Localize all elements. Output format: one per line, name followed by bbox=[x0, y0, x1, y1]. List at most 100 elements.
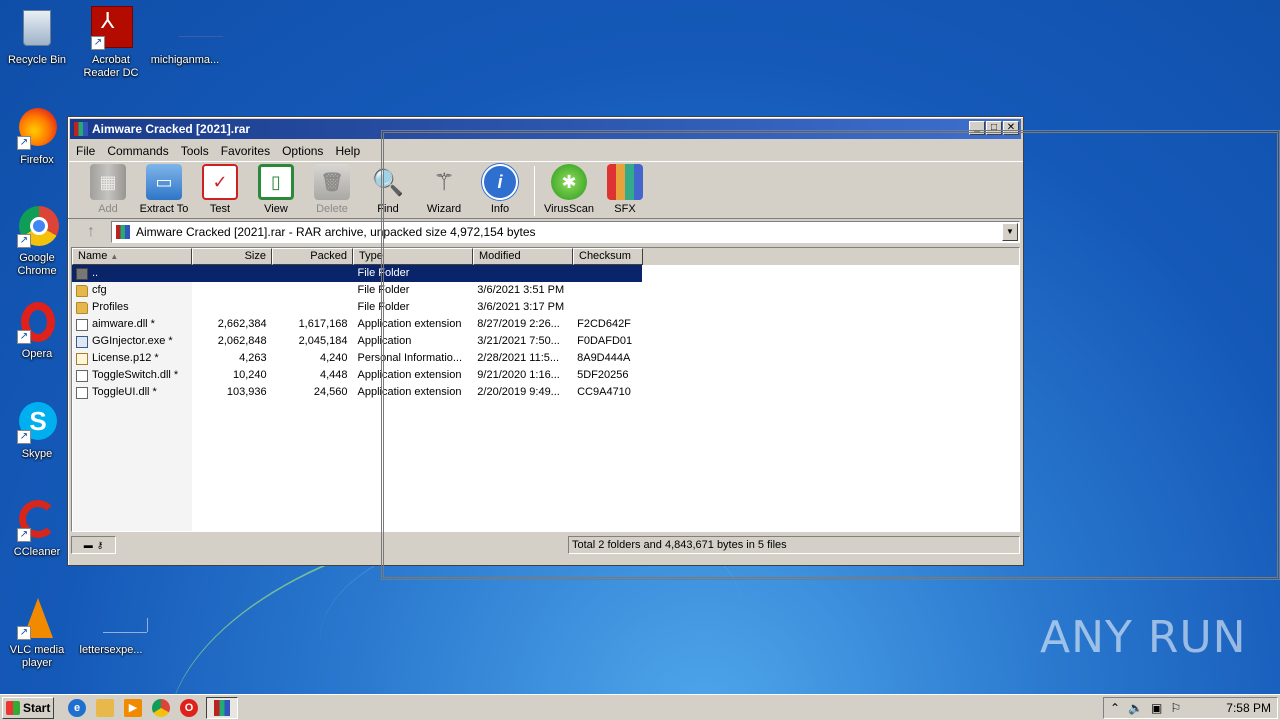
file-name: ToggleSwitch.dll * bbox=[92, 369, 179, 381]
add-icon: ▦ bbox=[90, 164, 126, 200]
menu-tools[interactable]: Tools bbox=[175, 141, 215, 161]
menu-file[interactable]: File bbox=[70, 141, 101, 161]
file-modified bbox=[472, 265, 572, 282]
desktop-icon-label: VLC media player bbox=[9, 644, 65, 669]
maximize-button[interactable]: □ bbox=[986, 121, 1002, 135]
action-center-flag-icon[interactable]: ⚐ bbox=[1170, 701, 1181, 715]
firefox-icon: ↗ bbox=[15, 106, 59, 150]
media-player-icon[interactable]: ▶ bbox=[124, 698, 142, 717]
volume-icon[interactable]: 🔈 bbox=[1128, 701, 1143, 715]
desktop-icon-lettersexpe[interactable]: lettersexpe... bbox=[74, 596, 148, 657]
extract-to-button[interactable]: ▭ Extract To bbox=[136, 164, 192, 215]
dll-file-icon bbox=[76, 386, 88, 399]
folder-icon bbox=[76, 284, 88, 297]
shortcut-arrow-icon: ↗ bbox=[91, 36, 105, 50]
explorer-folder-icon[interactable] bbox=[96, 698, 114, 717]
address-text: Aimware Cracked [2021].rar - RAR archive… bbox=[136, 225, 536, 239]
file-size bbox=[192, 265, 272, 282]
menu-options[interactable]: Options bbox=[276, 141, 329, 161]
view-label: View bbox=[264, 203, 288, 215]
find-button[interactable]: 🔍 Find bbox=[360, 164, 416, 216]
windows-flag-icon bbox=[6, 700, 20, 715]
delete-button[interactable]: 🗑 Delete bbox=[304, 164, 360, 215]
column-header-name[interactable]: Name ▲ bbox=[72, 248, 192, 265]
key-icon: ⚷ bbox=[96, 539, 104, 550]
toolbar-separator bbox=[534, 166, 535, 216]
file-packed bbox=[272, 282, 353, 299]
shortcut-arrow-icon: ↗ bbox=[17, 136, 31, 150]
file-modified: 8/27/2019 2:26... bbox=[477, 318, 560, 330]
sfx-button[interactable]: SFX bbox=[597, 164, 653, 215]
column-header-packed[interactable]: Packed bbox=[272, 248, 353, 265]
file-checksum: 5DF20256 bbox=[577, 369, 629, 381]
desktop-icon-label: Opera bbox=[21, 348, 53, 360]
desktop-icon-skype[interactable]: S ↗ Skype bbox=[0, 400, 74, 461]
file-packed: 4,240 bbox=[319, 352, 348, 364]
address-bar: ↑ Aimware Cracked [2021].rar - RAR archi… bbox=[68, 219, 1023, 245]
table-row[interactable]: ToggleUI.dll * 103,936 24,560 Applicatio… bbox=[72, 384, 642, 401]
up-folder-button[interactable]: ↑ bbox=[71, 221, 111, 243]
opera-icon: ↗ bbox=[15, 300, 59, 344]
desktop-icon-acrobat[interactable]: ⅄ ↗ Acrobat Reader DC bbox=[74, 6, 148, 80]
table-row[interactable]: ToggleSwitch.dll * 10,240 4,448 Applicat… bbox=[72, 367, 642, 384]
info-button[interactable]: i Info bbox=[472, 164, 528, 215]
column-header-type[interactable]: Type bbox=[353, 248, 473, 265]
file-checksum bbox=[572, 265, 642, 282]
desktop-icon-vlc[interactable]: ↗ VLC media player bbox=[0, 596, 74, 670]
table-row[interactable]: cfg File Folder 3/6/2021 3:51 PM bbox=[72, 282, 642, 299]
desktop-icon-ccleaner[interactable]: ↗ CCleaner bbox=[0, 498, 74, 559]
view-button[interactable]: ▯ View bbox=[248, 164, 304, 215]
file-modified: 3/6/2021 3:51 PM bbox=[477, 284, 565, 296]
winrar-icon bbox=[74, 122, 88, 136]
table-row[interactable]: Profiles File Folder 3/6/2021 3:17 PM bbox=[72, 299, 642, 316]
opera-icon[interactable]: O bbox=[180, 698, 198, 717]
window-titlebar[interactable]: Aimware Cracked [2021].rar _ □ ✕ bbox=[70, 119, 1021, 139]
up-arrow-icon: ↑ bbox=[87, 223, 95, 240]
test-button[interactable]: ✓ Test bbox=[192, 164, 248, 215]
column-header-checksum[interactable]: Checksum bbox=[573, 248, 643, 265]
desktop-icon-firefox[interactable]: ↗ Firefox bbox=[0, 106, 74, 167]
network-icon[interactable]: ▣ bbox=[1151, 701, 1162, 715]
sfx-label: SFX bbox=[614, 203, 636, 215]
status-drive-area[interactable]: ▬ ⚷ bbox=[71, 536, 116, 554]
column-header-modified[interactable]: Modified bbox=[473, 248, 573, 265]
desktop-icon-opera[interactable]: ↗ Opera bbox=[0, 300, 74, 361]
shortcut-arrow-icon: ↗ bbox=[17, 234, 31, 248]
file-modified: 3/6/2021 3:17 PM bbox=[477, 301, 565, 313]
desktop-icon-michiganma[interactable]: michiganma... bbox=[148, 6, 223, 67]
virusscan-label: VirusScan bbox=[544, 203, 594, 215]
close-button[interactable]: ✕ bbox=[1003, 121, 1019, 135]
table-row[interactable]: aimware.dll * 2,662,384 1,617,168 Applic… bbox=[72, 316, 642, 333]
table-row[interactable]: GGInjector.exe * 2,062,848 2,045,184 App… bbox=[72, 333, 642, 350]
show-hidden-icons-icon[interactable]: ⌃ bbox=[1110, 701, 1120, 715]
file-name: GGInjector.exe * bbox=[92, 335, 173, 347]
extract-icon: ▭ bbox=[146, 164, 182, 200]
file-type: Personal Informatio... bbox=[357, 352, 463, 364]
desktop-icon-label: Google Chrome bbox=[17, 252, 57, 277]
column-header-size[interactable]: Size bbox=[192, 248, 272, 265]
wizard-button[interactable]: ⚚ Wizard bbox=[416, 164, 472, 216]
start-button[interactable]: Start bbox=[2, 696, 54, 719]
add-button[interactable]: ▦ Add bbox=[80, 164, 136, 215]
minimize-button[interactable]: _ bbox=[969, 121, 985, 135]
table-row[interactable]: License.p12 * 4,263 4,240 Personal Infor… bbox=[72, 350, 642, 367]
menu-commands[interactable]: Commands bbox=[101, 141, 174, 161]
chevron-down-icon[interactable]: ▼ bbox=[1002, 223, 1018, 241]
desktop-icon-label: Recycle Bin bbox=[7, 54, 67, 66]
menu-help[interactable]: Help bbox=[329, 141, 366, 161]
desktop-icon-chrome[interactable]: ↗ Google Chrome bbox=[0, 204, 74, 278]
anyrun-watermark: ANY RUN bbox=[1040, 612, 1247, 663]
internet-explorer-icon[interactable]: e bbox=[68, 698, 86, 717]
menu-favorites[interactable]: Favorites bbox=[215, 141, 276, 161]
file-type: Application extension bbox=[357, 386, 462, 398]
clock[interactable]: 7:58 PM bbox=[1226, 701, 1271, 715]
shortcut-arrow-icon: ↗ bbox=[17, 330, 31, 344]
address-combo[interactable]: Aimware Cracked [2021].rar - RAR archive… bbox=[111, 221, 1020, 243]
virusscan-button[interactable]: ✱ VirusScan bbox=[541, 164, 597, 215]
delete-icon: 🗑 bbox=[314, 164, 350, 200]
file-type: Application extension bbox=[357, 369, 462, 381]
table-row[interactable]: .. File Folder bbox=[72, 265, 642, 282]
desktop-icon-recycle-bin[interactable]: Recycle Bin bbox=[0, 6, 74, 67]
taskbar-winrar-button[interactable] bbox=[206, 696, 238, 719]
chrome-icon[interactable] bbox=[152, 698, 170, 717]
